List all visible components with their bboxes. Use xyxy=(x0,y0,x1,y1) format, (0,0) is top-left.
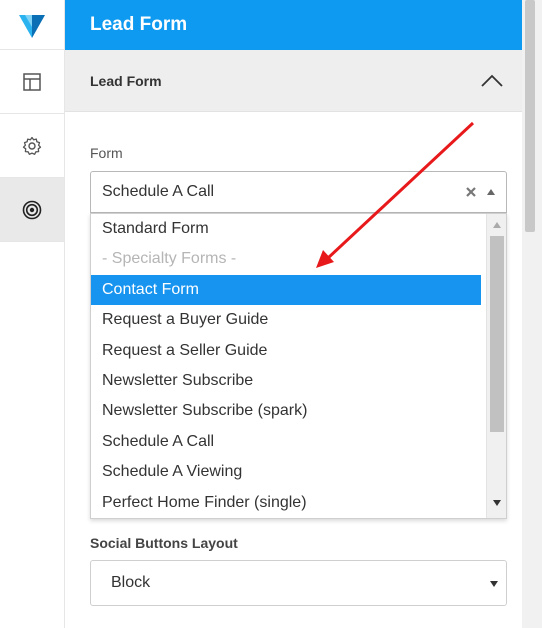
app-logo[interactable] xyxy=(0,0,64,50)
logo-icon xyxy=(19,14,45,38)
form-dropdown-list: Standard Form - Specialty Forms - Contact … xyxy=(90,213,507,519)
panel-header: Lead Form xyxy=(65,0,522,50)
dropdown-option[interactable]: Perfect Home Finder (single) xyxy=(91,488,481,518)
form-select-value: Schedule A Call xyxy=(102,183,215,200)
sidebar-item-layout[interactable] xyxy=(0,50,64,114)
dropdown-scrollbar[interactable] xyxy=(486,214,506,518)
layout-icon xyxy=(23,72,41,91)
options-container: Standard Form - Specialty Forms - Contact … xyxy=(91,214,506,518)
section-title: Lead Form xyxy=(90,72,162,89)
social-buttons-select[interactable]: Block xyxy=(90,560,507,606)
dropdown-scroll-thumb[interactable] xyxy=(490,236,504,432)
scroll-up-icon[interactable] xyxy=(487,216,506,234)
caret-down-icon xyxy=(490,581,498,587)
social-select-value: Block xyxy=(111,574,151,591)
caret-up-icon[interactable] xyxy=(486,188,496,196)
left-sidebar xyxy=(0,0,65,628)
form-field-label: Form xyxy=(90,145,123,161)
dropdown-option[interactable]: Request a Buyer Guide xyxy=(91,305,481,335)
dropdown-option[interactable]: Schedule A Viewing xyxy=(91,457,481,487)
dropdown-option[interactable]: Schedule A Call xyxy=(91,427,481,457)
option-group-label: - Specialty Forms - xyxy=(102,250,237,268)
lead-form-section-toggle[interactable]: Lead Form xyxy=(65,50,522,112)
page-scroll-thumb[interactable] xyxy=(525,0,535,232)
clear-icon[interactable] xyxy=(465,186,477,198)
dropdown-option[interactable]: Standard Form xyxy=(91,214,481,244)
dropdown-option[interactable]: Newsletter Subscribe xyxy=(91,366,481,396)
scroll-down-icon[interactable] xyxy=(487,494,506,512)
panel-title: Lead Form xyxy=(90,14,188,35)
dropdown-option[interactable]: Newsletter Subscribe (spark) xyxy=(91,396,481,426)
chevron-up-icon xyxy=(481,74,503,87)
page-scrollbar[interactable] xyxy=(522,0,542,628)
form-select[interactable]: Schedule A Call xyxy=(90,171,507,213)
gear-icon xyxy=(22,136,42,155)
sidebar-item-lead-form[interactable] xyxy=(0,178,64,242)
dropdown-option[interactable]: Request a Seller Guide xyxy=(91,336,481,366)
dropdown-option[interactable]: Contact Form xyxy=(91,274,481,306)
target-icon xyxy=(22,200,42,219)
social-buttons-label: Social Buttons Layout xyxy=(90,535,238,551)
sidebar-item-settings[interactable] xyxy=(0,114,64,178)
